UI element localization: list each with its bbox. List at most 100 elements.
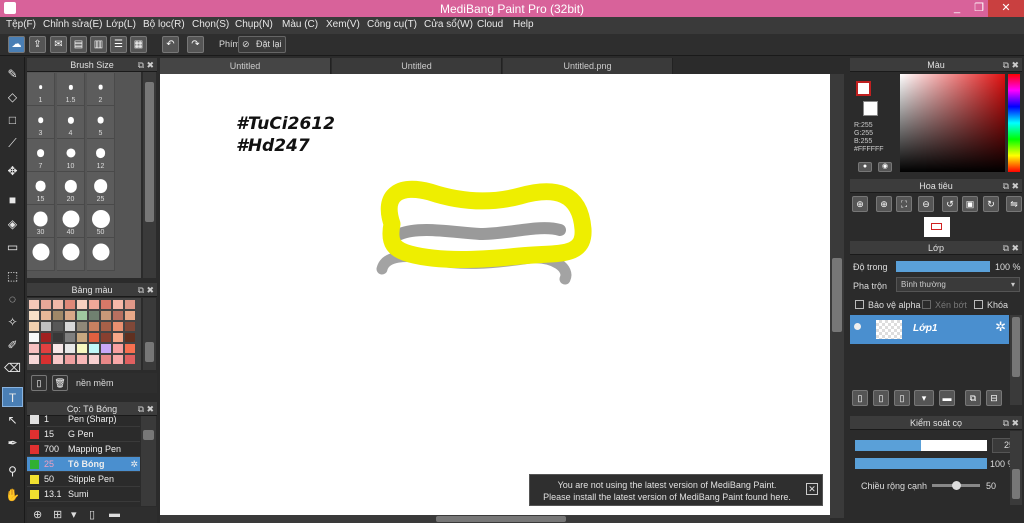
- brush-size-cell[interactable]: 7: [27, 139, 55, 172]
- palette-swatch[interactable]: [125, 300, 135, 309]
- palette-swatch[interactable]: [65, 344, 75, 353]
- flip-icon[interactable]: ⇋: [1006, 196, 1022, 212]
- palette-swatch[interactable]: [41, 344, 51, 353]
- brush-size-cell[interactable]: [57, 238, 85, 271]
- palette-swatch[interactable]: [113, 300, 123, 309]
- undock-icon[interactable]: ⧉: [1003, 58, 1009, 72]
- palette-swatch[interactable]: [101, 333, 111, 342]
- palette-swatch[interactable]: [53, 355, 63, 364]
- layer-menu-icon[interactable]: ▾: [914, 390, 934, 406]
- scroll-thumb[interactable]: [145, 82, 154, 222]
- canvas-vertical-scrollbar[interactable]: [830, 74, 844, 518]
- palette-swatch[interactable]: [125, 355, 135, 364]
- navigator-thumbnail[interactable]: [924, 217, 950, 237]
- color-add-icon[interactable]: ●: [858, 162, 872, 172]
- menu-select[interactable]: Chọn(S): [192, 19, 229, 30]
- layer-scrollbar[interactable]: [1010, 315, 1022, 405]
- layer-opacity-slider[interactable]: [896, 261, 990, 272]
- palette-swatch[interactable]: [101, 355, 111, 364]
- close-icon[interactable]: ✖: [1011, 179, 1019, 193]
- palette-swatch[interactable]: [41, 300, 51, 309]
- brush-size-cell[interactable]: [27, 238, 55, 271]
- palette-swatch[interactable]: [89, 322, 99, 331]
- slider-handle[interactable]: [952, 481, 961, 490]
- brush-size-cell[interactable]: 4: [57, 106, 85, 139]
- brush-size-cell[interactable]: 15: [27, 172, 55, 205]
- palette-swatch[interactable]: [41, 322, 51, 331]
- document-icon[interactable]: ▥: [90, 36, 107, 53]
- close-icon[interactable]: ✖: [146, 283, 154, 297]
- palette-swatch[interactable]: [113, 311, 123, 320]
- select-pen-tool-icon[interactable]: ✐: [2, 335, 23, 355]
- palette-swatch[interactable]: [29, 311, 39, 320]
- undock-icon[interactable]: ⧉: [1003, 179, 1009, 193]
- saturation-value-picker[interactable]: [900, 74, 1005, 172]
- zoom-in-icon[interactable]: ⊕: [852, 196, 868, 212]
- canvas-horizontal-scrollbar[interactable]: [160, 515, 830, 523]
- palette-swatch[interactable]: [53, 311, 63, 320]
- new-palette-icon[interactable]: ▯: [31, 375, 47, 391]
- rotate-left-icon[interactable]: ↺: [942, 196, 958, 212]
- new-halftone-layer-icon[interactable]: ▯: [873, 390, 889, 406]
- eyedropper-tool-icon[interactable]: ✒: [2, 433, 23, 453]
- palette-swatch[interactable]: [89, 344, 99, 353]
- comment-icon[interactable]: ✉: [50, 36, 67, 53]
- brush-size-cell[interactable]: 1.5: [57, 73, 85, 106]
- menu-filter[interactable]: Bộ lọc(R): [143, 19, 185, 30]
- rotate-right-icon[interactable]: ↻: [983, 196, 999, 212]
- brush-list-item[interactable]: 13.1 Sumi: [27, 487, 140, 502]
- brush-list-item[interactable]: 25 Tô Bóng ✲: [27, 457, 140, 472]
- palette-swatch[interactable]: [125, 311, 135, 320]
- redo-icon[interactable]: ↷: [187, 36, 204, 53]
- scroll-thumb[interactable]: [145, 342, 154, 362]
- tab-untitled-png[interactable]: Untitled.png: [503, 58, 673, 74]
- palette-swatch[interactable]: [89, 300, 99, 309]
- trash-icon[interactable]: 🗑: [52, 375, 68, 391]
- folder-icon[interactable]: ▬: [939, 390, 955, 406]
- palette-swatch[interactable]: [77, 344, 87, 353]
- hue-slider[interactable]: [1008, 74, 1020, 172]
- palette-swatch[interactable]: [29, 333, 39, 342]
- menu-layer[interactable]: Lớp(L): [106, 19, 136, 30]
- blend-mode-select[interactable]: Bình thường ▾: [896, 277, 1020, 292]
- gear-icon[interactable]: ✲: [130, 457, 138, 472]
- stabilizer-tool-icon[interactable]: ⟋: [2, 133, 23, 153]
- palette-swatch[interactable]: [113, 344, 123, 353]
- palette-swatch[interactable]: [89, 333, 99, 342]
- brush-control-scrollbar[interactable]: [1010, 431, 1022, 505]
- brush-size-cell[interactable]: 5: [87, 106, 115, 139]
- text-tool-icon[interactable]: T: [2, 387, 23, 407]
- palette-swatch[interactable]: [89, 355, 99, 364]
- list-icon[interactable]: ☰: [110, 36, 127, 53]
- brush-size-scrollbar[interactable]: [143, 72, 156, 278]
- merge-layer-icon[interactable]: ⊟: [986, 390, 1002, 406]
- palette-swatch[interactable]: [113, 322, 123, 331]
- palette-swatch[interactable]: [125, 322, 135, 331]
- palette-swatch[interactable]: [41, 355, 51, 364]
- zoom-out-icon[interactable]: ⊖: [918, 196, 934, 212]
- palette-swatch[interactable]: [77, 311, 87, 320]
- scroll-thumb[interactable]: [1012, 469, 1020, 499]
- scroll-thumb[interactable]: [143, 430, 154, 440]
- menu-help[interactable]: Help: [513, 19, 534, 30]
- palette-swatch[interactable]: [65, 322, 75, 331]
- close-icon[interactable]: ✖: [146, 58, 154, 72]
- message-icon[interactable]: ▤: [70, 36, 87, 53]
- palette-swatch[interactable]: [53, 300, 63, 309]
- hand-tool-icon[interactable]: ✋: [2, 485, 23, 505]
- add-brush-icon[interactable]: ⊕: [33, 508, 42, 521]
- palette-swatch[interactable]: [53, 333, 63, 342]
- drawing-canvas[interactable]: #TuCi2612 #Hd247: [160, 74, 830, 518]
- operation-tool-icon[interactable]: ↖: [2, 410, 23, 430]
- cloud-brush-icon[interactable]: ▾: [71, 508, 77, 521]
- scroll-thumb[interactable]: [832, 258, 842, 332]
- brush-list-item[interactable]: 15 G Pen: [27, 427, 140, 442]
- layer-row[interactable]: Lớp1 ✲: [850, 315, 1009, 344]
- new-8bit-layer-icon[interactable]: ▯: [894, 390, 910, 406]
- tab-untitled-2[interactable]: Untitled: [332, 58, 502, 74]
- menu-view[interactable]: Xem(V): [326, 19, 360, 30]
- zoom-in-alt-icon[interactable]: ⊕: [876, 196, 892, 212]
- menu-window[interactable]: Cửa sổ(W): [424, 19, 473, 30]
- cloud-icon[interactable]: ☁: [8, 36, 25, 53]
- close-icon[interactable]: ✖: [1011, 416, 1019, 430]
